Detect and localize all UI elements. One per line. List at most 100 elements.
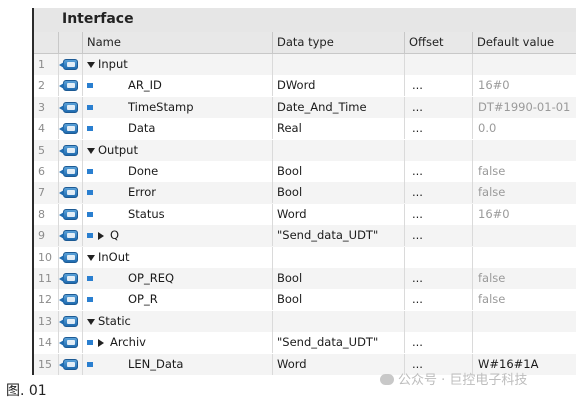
row-name[interactable]: Done — [128, 161, 270, 182]
row-number: 2 — [38, 79, 45, 93]
row-data-type[interactable]: Bool — [277, 268, 402, 289]
table-row[interactable]: 7 Error Bool... false — [34, 182, 576, 204]
interface-io-icon — [59, 251, 78, 263]
row-name[interactable]: Error — [128, 182, 270, 203]
header-default-value[interactable]: Default value — [472, 32, 576, 53]
table-row[interactable]: 11 OP_REQ Bool... false — [34, 268, 576, 290]
element-icon — [87, 83, 93, 89]
header-name[interactable]: Name — [82, 32, 272, 53]
row-name[interactable]: OP_R — [128, 289, 270, 310]
table-row[interactable]: 1 Input — [34, 54, 576, 76]
row-data-type[interactable] — [277, 311, 402, 332]
row-name[interactable]: InOut — [98, 247, 270, 268]
row-name[interactable]: TimeStamp — [128, 97, 270, 118]
row-data-type[interactable]: DWord — [277, 75, 402, 96]
column-divider — [472, 246, 473, 268]
row-default-value[interactable]: 16#0 — [478, 204, 576, 225]
column-divider — [472, 310, 473, 332]
table-row[interactable]: 5 Output — [34, 139, 576, 161]
row-default-value[interactable]: false — [478, 161, 576, 182]
column-divider — [82, 353, 83, 375]
row-default-value[interactable]: false — [478, 289, 576, 310]
row-name[interactable]: Static — [98, 311, 270, 332]
table-row[interactable]: 4 Data Real... 0.0 — [34, 118, 576, 140]
column-divider — [472, 118, 473, 140]
table-row[interactable]: 8 Status Word... 16#0 — [34, 203, 576, 226]
row-default-value[interactable] — [478, 54, 576, 75]
interface-io-icon — [59, 166, 78, 177]
header-offset[interactable]: Offset — [404, 32, 472, 53]
element-icon — [87, 169, 93, 174]
header-data-type[interactable]: Data type — [272, 32, 404, 53]
table-row[interactable]: 14 Archiv "Send_data_UDT"... — [34, 332, 576, 354]
table-row[interactable]: 10 InOut — [34, 246, 576, 268]
row-data-type[interactable]: Date_And_Time — [277, 97, 402, 118]
header-icon-column — [58, 32, 82, 53]
column-divider — [272, 96, 273, 118]
expand-arrow-right-icon[interactable] — [98, 339, 104, 348]
expand-arrow-down-icon[interactable] — [87, 318, 95, 325]
expand-arrow-down-icon[interactable] — [87, 62, 95, 68]
row-default-value[interactable]: 0.0 — [478, 118, 576, 139]
row-number: 13 — [38, 314, 52, 328]
row-default-value[interactable]: false — [478, 182, 576, 203]
element-icon — [87, 190, 93, 196]
expand-arrow-down-icon[interactable] — [87, 254, 95, 261]
column-divider — [82, 182, 83, 204]
column-divider — [404, 161, 405, 182]
column-divider — [472, 75, 473, 97]
watermark-text: 公众号 · 巨控电子科技 — [398, 373, 528, 388]
row-name[interactable]: OP_REQ — [128, 268, 270, 289]
column-divider — [82, 203, 83, 225]
row-name[interactable]: Output — [98, 140, 270, 161]
element-icon — [87, 276, 93, 281]
row-default-value[interactable]: false — [478, 268, 576, 289]
table-row[interactable]: 2 AR_ID DWord... 16#0 — [34, 75, 576, 97]
row-default-value[interactable] — [478, 225, 576, 246]
row-data-type[interactable]: "Send_data_UDT" — [277, 225, 402, 246]
row-data-type[interactable]: "Send_data_UDT" — [277, 332, 402, 353]
column-divider — [272, 182, 273, 204]
row-default-value[interactable] — [478, 311, 576, 332]
column-divider — [404, 96, 405, 118]
row-data-type[interactable]: Real — [277, 118, 402, 139]
row-name[interactable]: Data — [128, 118, 270, 139]
element-icon — [87, 233, 93, 239]
row-default-value[interactable]: DT#1990-01-01 — [478, 97, 576, 118]
column-divider — [272, 139, 273, 161]
row-data-type[interactable]: Bool — [277, 289, 402, 310]
column-divider — [404, 268, 405, 289]
expand-arrow-down-icon[interactable] — [87, 147, 95, 154]
table-row[interactable]: 13 Static — [34, 310, 576, 333]
row-default-value[interactable] — [478, 247, 576, 268]
row-default-value[interactable]: 16#0 — [478, 75, 576, 96]
row-data-type[interactable]: Bool — [277, 161, 402, 182]
table-row[interactable]: 9 Q "Send_data_UDT"... — [34, 225, 576, 247]
row-name[interactable]: Archiv — [110, 332, 270, 353]
row-name[interactable]: Status — [128, 204, 270, 225]
row-name[interactable]: LEN_Data — [128, 354, 270, 375]
column-divider — [404, 246, 405, 268]
column-divider — [82, 332, 83, 354]
row-data-type[interactable]: Bool — [277, 182, 402, 203]
table-row[interactable]: 6 Done Bool... false — [34, 161, 576, 183]
row-data-type[interactable] — [277, 247, 402, 268]
row-name[interactable]: Q — [110, 225, 270, 246]
column-divider — [82, 246, 83, 268]
column-divider — [472, 332, 473, 354]
row-name[interactable]: Input — [98, 54, 270, 75]
row-default-value[interactable] — [478, 332, 576, 353]
row-offset: ... — [412, 185, 423, 200]
column-divider — [82, 289, 83, 311]
expand-arrow-right-icon[interactable] — [98, 232, 104, 241]
row-data-type[interactable]: Word — [277, 204, 402, 225]
table-row[interactable]: 12 OP_R Bool... false — [34, 289, 576, 311]
column-divider — [272, 225, 273, 247]
row-name[interactable]: AR_ID — [128, 75, 270, 96]
row-data-type[interactable] — [277, 140, 402, 161]
row-default-value[interactable] — [478, 140, 576, 161]
element-icon — [87, 126, 93, 132]
column-divider — [82, 54, 83, 75]
row-data-type[interactable] — [277, 54, 402, 75]
table-row[interactable]: 3 TimeStamp Date_And_Time... DT#1990-01-01 — [34, 96, 576, 119]
